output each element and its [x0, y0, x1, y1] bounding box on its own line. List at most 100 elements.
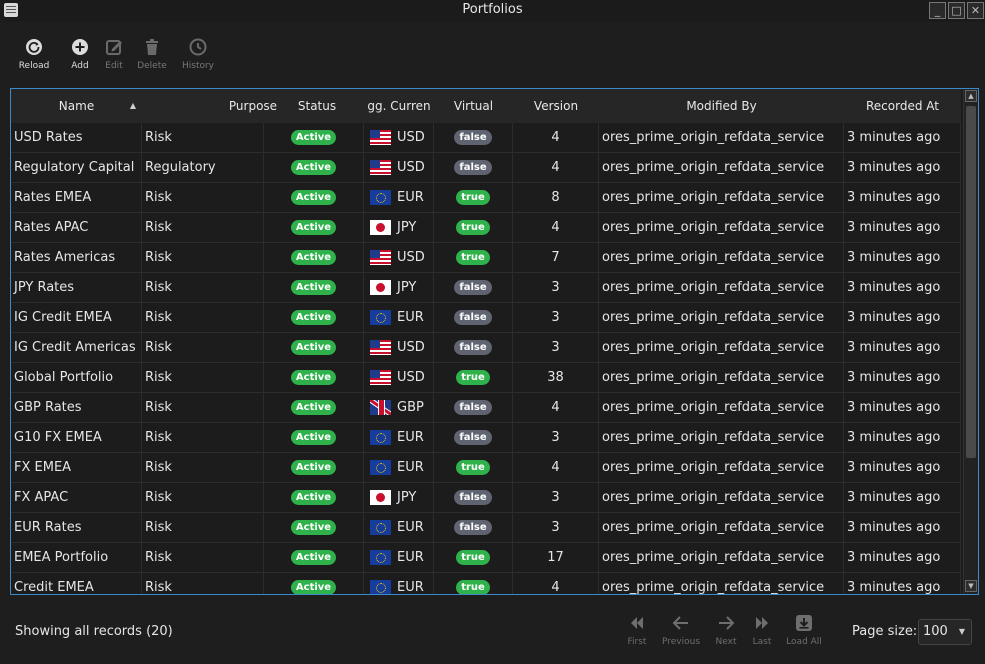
- cell-virtual: false: [434, 423, 513, 453]
- table-header: Name ▲ Purpose Status gg. Curren Virtual…: [11, 89, 961, 123]
- cell-status: Active: [264, 273, 364, 303]
- cell-version: 4: [513, 453, 599, 483]
- table-row[interactable]: IG Credit Americas Risk Active USD false 3 ore…: [11, 333, 961, 363]
- cell-modified-by: ores_prime_origin_refdata_service: [599, 153, 844, 183]
- table-row[interactable]: FX EMEA Risk Active EUR true 4 ores_prime_orig…: [11, 453, 961, 483]
- cell-modified-by: ores_prime_origin_refdata_service: [599, 393, 844, 423]
- scroll-down-icon[interactable]: ▼: [965, 580, 977, 592]
- cell-purpose: Risk: [142, 483, 264, 513]
- table-row[interactable]: FX APAC Risk Active JPY false 3 ores_prime_ori…: [11, 483, 961, 513]
- cell-virtual: true: [434, 543, 513, 573]
- status-badge: Active: [290, 160, 337, 175]
- flag-eur-icon: [370, 190, 391, 205]
- flag-eur-icon: [370, 580, 391, 594]
- load-all-button[interactable]: Load All: [781, 612, 827, 647]
- last-page-button[interactable]: Last: [739, 612, 785, 647]
- history-button[interactable]: History: [176, 32, 220, 71]
- cell-virtual: true: [434, 573, 513, 594]
- currency-code: EUR: [397, 580, 424, 595]
- cell-recorded-at: 3 minutes ago: [844, 273, 961, 303]
- cell-purpose: Risk: [142, 393, 264, 423]
- flag-eur-icon: [370, 310, 391, 325]
- minimize-button[interactable]: _: [929, 2, 946, 19]
- delete-label: Delete: [137, 61, 167, 71]
- portfolios-table: Name ▲ Purpose Status gg. Curren Virtual…: [10, 88, 979, 595]
- table-row[interactable]: Rates Americas Risk Active USD true 7 ores_pri…: [11, 243, 961, 273]
- delete-button[interactable]: Delete: [130, 32, 174, 71]
- cell-purpose: Risk: [142, 213, 264, 243]
- cell-virtual: false: [434, 333, 513, 363]
- table-row[interactable]: Rates APAC Risk Active JPY true 4 ores_prime_o…: [11, 213, 961, 243]
- cell-version: 3: [513, 333, 599, 363]
- virtual-badge: false: [454, 520, 492, 535]
- previous-page-button[interactable]: Previous: [658, 612, 704, 647]
- flag-usd-icon: [370, 130, 391, 145]
- table-row[interactable]: JPY Rates Risk Active JPY false 3 ores_prime_o…: [11, 273, 961, 303]
- scroll-up-icon[interactable]: ▲: [965, 90, 977, 102]
- download-icon: [796, 615, 812, 631]
- column-header-currency[interactable]: gg. Curren: [364, 89, 434, 123]
- reload-button[interactable]: Reload: [12, 32, 56, 71]
- table-row[interactable]: Rates EMEA Risk Active EUR true 8 ores_prime_o…: [11, 183, 961, 213]
- flag-usd-icon: [370, 340, 391, 355]
- cell-name: FX EMEA: [11, 453, 142, 483]
- status-badge: Active: [290, 220, 337, 235]
- first-label: First: [627, 637, 647, 647]
- table-row[interactable]: G10 FX EMEA Risk Active EUR false 3 ores_prime…: [11, 423, 961, 453]
- maximize-button[interactable]: □: [948, 2, 965, 19]
- page-size-value: 100: [923, 624, 948, 639]
- column-header-recorded-at[interactable]: Recorded At: [844, 89, 961, 123]
- currency-code: JPY: [397, 490, 417, 505]
- record-count-status: Showing all records (20): [15, 624, 173, 639]
- cell-currency: EUR: [364, 303, 434, 333]
- column-header-modified-by[interactable]: Modified By: [599, 89, 844, 123]
- page-size-select[interactable]: 100 ▼: [918, 619, 972, 645]
- cell-recorded-at: 3 minutes ago: [844, 303, 961, 333]
- status-badge: Active: [290, 370, 337, 385]
- scrollbar-thumb[interactable]: [966, 106, 976, 458]
- cell-currency: EUR: [364, 183, 434, 213]
- cell-status: Active: [264, 393, 364, 423]
- table-row[interactable]: USD Rates Risk Active USD false 4 ores_prime_o…: [11, 123, 961, 153]
- column-header-name[interactable]: Name ▲: [11, 89, 142, 123]
- cell-currency: USD: [364, 363, 434, 393]
- virtual-badge: true: [456, 370, 490, 385]
- cell-currency: EUR: [364, 513, 434, 543]
- table-row[interactable]: Credit EMEA Risk Active EUR true 4 ores_prime_…: [11, 573, 961, 595]
- column-header-version[interactable]: Version: [513, 89, 599, 123]
- cell-recorded-at: 3 minutes ago: [844, 153, 961, 183]
- cell-name: USD Rates: [11, 123, 142, 153]
- column-header-status[interactable]: Status: [264, 89, 370, 123]
- virtual-badge: true: [456, 550, 490, 565]
- cell-recorded-at: 3 minutes ago: [844, 483, 961, 513]
- table-row[interactable]: IG Credit EMEA Risk Active EUR false 3 ores_pr…: [11, 303, 961, 333]
- first-page-button[interactable]: First: [614, 612, 660, 647]
- status-badge: Active: [290, 400, 337, 415]
- table-row[interactable]: GBP Rates Risk Active GBP false 4 ores_prime_o…: [11, 393, 961, 423]
- table-row[interactable]: EUR Rates Risk Active EUR false 3 ores_prime_o…: [11, 513, 961, 543]
- close-button[interactable]: ✕: [967, 2, 984, 19]
- previous-page-icon: [672, 616, 688, 630]
- page-size-label: Page size:: [852, 624, 918, 639]
- virtual-badge: true: [456, 460, 490, 475]
- status-badge: Active: [290, 310, 337, 325]
- cell-purpose: Risk: [142, 423, 264, 453]
- virtual-badge: false: [454, 160, 492, 175]
- cell-modified-by: ores_prime_origin_refdata_service: [599, 573, 844, 594]
- cell-modified-by: ores_prime_origin_refdata_service: [599, 243, 844, 273]
- table-row[interactable]: Global Portfolio Risk Active USD true 38 ores_…: [11, 363, 961, 393]
- currency-code: JPY: [397, 220, 417, 235]
- virtual-badge: false: [454, 430, 492, 445]
- currency-code: JPY: [397, 280, 417, 295]
- cell-recorded-at: 3 minutes ago: [844, 543, 961, 573]
- cell-purpose: Risk: [142, 453, 264, 483]
- table-row[interactable]: EMEA Portfolio Risk Active EUR true 17 ores_pr…: [11, 543, 961, 573]
- next-page-icon: [719, 616, 735, 630]
- cell-version: 38: [513, 363, 599, 393]
- cell-recorded-at: 3 minutes ago: [844, 423, 961, 453]
- cell-currency: EUR: [364, 543, 434, 573]
- cell-status: Active: [264, 213, 364, 243]
- vertical-scrollbar[interactable]: ▲ ▼: [963, 89, 978, 594]
- column-header-virtual[interactable]: Virtual: [434, 89, 513, 123]
- table-row[interactable]: Regulatory Capital Regulatory Active USD fal…: [11, 153, 961, 183]
